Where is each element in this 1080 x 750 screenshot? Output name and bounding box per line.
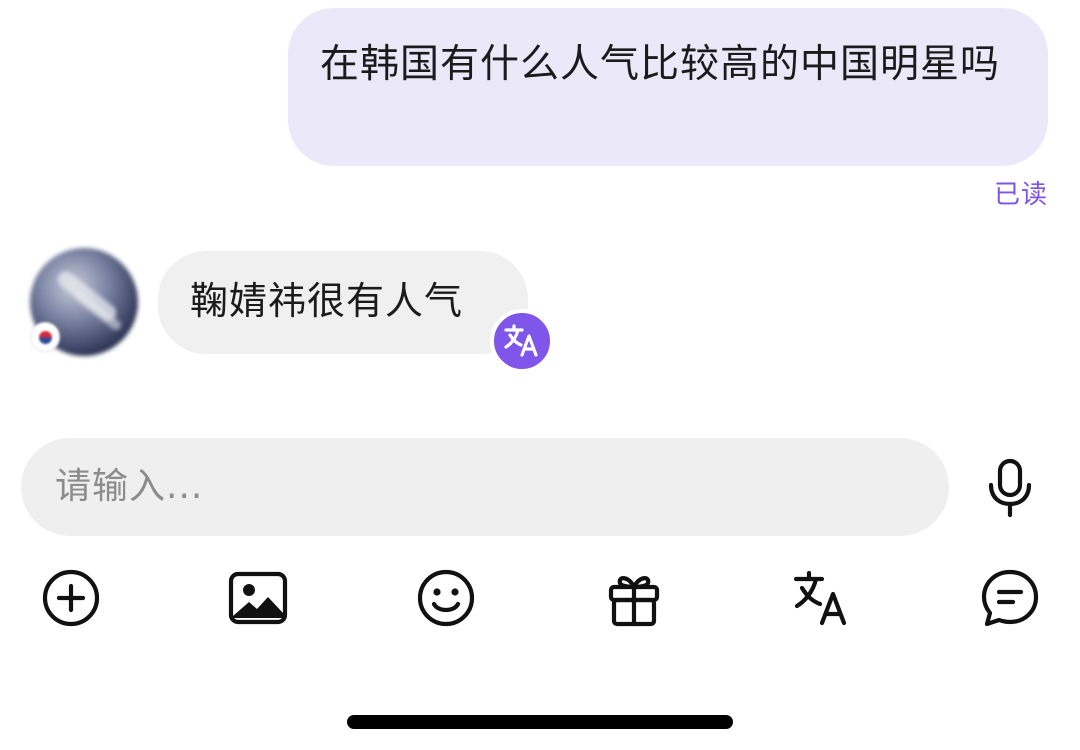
- translate-icon: [504, 324, 538, 357]
- microphone-icon: [988, 458, 1032, 518]
- incoming-message-bubble[interactable]: 鞠婧祎很有人气: [158, 251, 528, 354]
- emoji-icon: [417, 569, 475, 627]
- image-button[interactable]: [226, 566, 290, 630]
- chat-screen: 在韩国有什么人气比较高的中国明星吗 已读 鞠婧祎很有人气 请输入...: [0, 0, 1080, 750]
- gift-button[interactable]: [602, 566, 666, 630]
- home-indicator[interactable]: [347, 715, 733, 729]
- emoji-button[interactable]: [414, 566, 478, 630]
- flag-emblem: [39, 331, 52, 344]
- translate-icon: [793, 570, 847, 626]
- gift-icon: [608, 576, 660, 627]
- country-flag-icon: [30, 322, 60, 352]
- read-receipt: 已读: [993, 180, 1048, 210]
- translate-message-button[interactable]: [490, 309, 554, 373]
- add-button[interactable]: [39, 566, 103, 630]
- add-icon: [42, 569, 100, 627]
- image-icon: [228, 571, 288, 625]
- chat-bubble-icon: [981, 569, 1039, 627]
- outgoing-message-bubble[interactable]: 在韩国有什么人气比较高的中国明星吗: [288, 8, 1048, 166]
- message-input[interactable]: 请输入...: [21, 438, 949, 536]
- translate-button[interactable]: [790, 566, 854, 630]
- quick-reply-button[interactable]: [978, 566, 1042, 630]
- voice-input-button[interactable]: [979, 456, 1041, 520]
